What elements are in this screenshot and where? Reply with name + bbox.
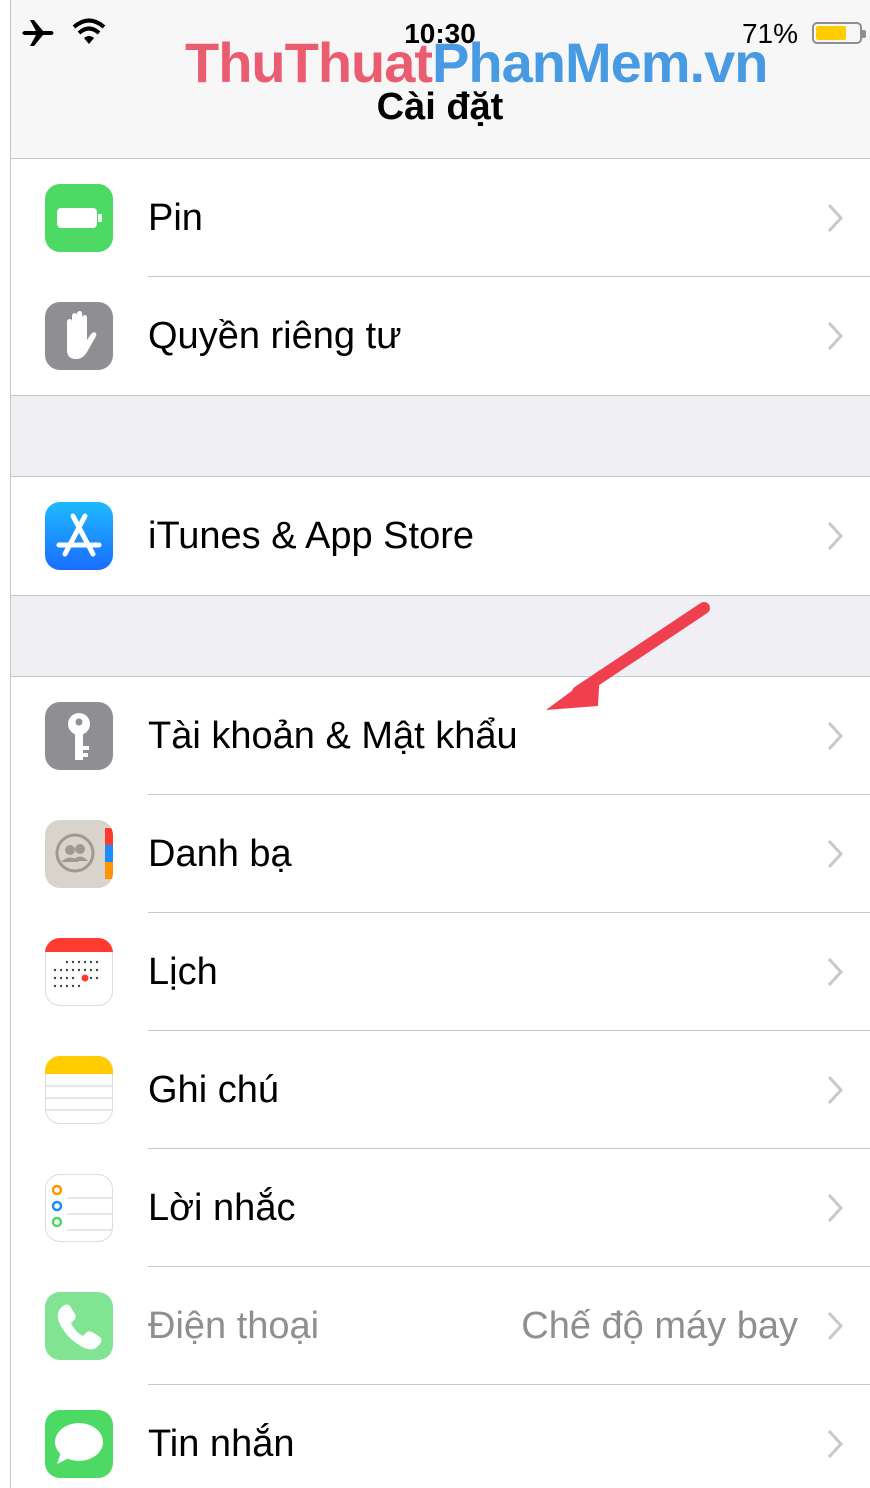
navigation-bar: 10:30 71% ThuThuatPhanMem.vn Cài đặt [10,0,870,159]
settings-item-value: Chế độ máy bay [521,1305,798,1347]
reminders-icon [45,1174,113,1242]
chevron-right-icon [827,321,844,351]
battery-nub [862,30,866,38]
calendar-icon [45,938,113,1006]
contacts-icon [45,820,113,888]
watermark-part-1: ThuThuat [185,31,433,94]
settings-item-label: Lịch [148,951,218,993]
settings-item-label: Tài khoản & Mật khẩu [148,715,518,757]
settings-item-reminders[interactable]: Lời nhắc [10,1149,870,1267]
messages-icon [45,1410,113,1478]
key-icon [45,702,113,770]
settings-item-pin[interactable]: Pin [10,159,870,277]
settings-item-accounts-passwords[interactable]: Tài khoản & Mật khẩu [10,677,870,795]
battery-app-icon [45,184,113,252]
app-store-icon [45,502,113,570]
settings-list: Pin Quyền riêng tư iTunes & App Store Tà… [10,159,870,1488]
settings-item-phone[interactable]: Điện thoại Chế độ máy bay [10,1267,870,1385]
page-title: Cài đặt [376,86,504,128]
settings-item-label: Điện thoại [148,1305,320,1347]
battery-fill [816,26,846,40]
settings-screen: 10:30 71% ThuThuatPhanMem.vn Cài đặt Pin [0,0,870,1488]
settings-item-label: Pin [148,197,203,239]
battery-icon [812,22,866,44]
settings-item-label: Quyền riêng tư [148,315,402,357]
chevron-right-icon [827,839,844,869]
settings-item-itunes-app-store[interactable]: iTunes & App Store [10,477,870,595]
settings-item-label: iTunes & App Store [148,515,475,557]
settings-item-messages[interactable]: Tin nhắn [10,1385,870,1488]
group-spacer [10,395,870,477]
privacy-hand-icon [45,302,113,370]
chevron-right-icon [827,721,844,751]
chevron-right-icon [827,521,844,551]
watermark-part-2: PhanMem.vn [432,31,768,94]
phone-icon [45,1292,113,1360]
settings-item-calendar[interactable]: Lịch [10,913,870,1031]
chevron-right-icon [827,203,844,233]
chevron-right-icon [827,1193,844,1223]
settings-item-label: Tin nhắn [148,1423,295,1465]
settings-item-label: Ghi chú [148,1069,279,1111]
annotation-arrow-icon [546,602,710,710]
settings-item-label: Lời nhắc [148,1187,296,1229]
chevron-right-icon [827,1429,844,1459]
group-spacer [10,595,870,677]
notes-icon [45,1056,113,1124]
settings-item-contacts[interactable]: Danh bạ [10,795,870,913]
settings-item-notes[interactable]: Ghi chú [10,1031,870,1149]
screen-edge [0,0,11,1488]
settings-item-privacy[interactable]: Quyền riêng tư [10,277,870,395]
settings-item-label: Danh bạ [148,833,292,875]
chevron-right-icon [827,1075,844,1105]
chevron-right-icon [827,1311,844,1341]
chevron-right-icon [827,957,844,987]
